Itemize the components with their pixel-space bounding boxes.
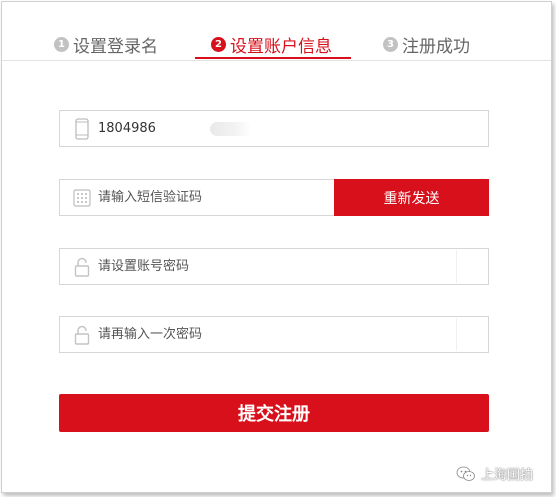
active-tab-indicator (195, 57, 351, 59)
lock-icon (70, 317, 94, 352)
tab-set-account-info[interactable]: 2 设置账户信息 (211, 30, 332, 58)
sms-code-placeholder: 请输入短信验证码 (98, 190, 203, 205)
sms-code-field[interactable]: 请输入短信验证码 (59, 179, 335, 216)
tab-set-login-name[interactable]: 1 设置登录名 (54, 30, 158, 58)
confirm-password-placeholder: 请再输入一次密码 (98, 327, 203, 342)
phone-value: 1804986 (98, 121, 156, 136)
submit-register-button[interactable]: 提交注册 (59, 394, 489, 432)
lock-icon (70, 249, 94, 284)
watermark-text: 上海国拍 (481, 468, 534, 483)
phone-field[interactable]: 1804986 (59, 110, 489, 147)
registration-panel: 1 设置登录名 2 设置账户信息 3 注册成功 1804986 请输入短信验证码… (1, 1, 552, 493)
password-placeholder: 请设置账号密码 (98, 259, 190, 274)
resend-code-button[interactable]: 重新发送 (334, 179, 489, 216)
tab-label: 设置登录名 (73, 36, 158, 57)
phone-icon (70, 111, 94, 146)
step-2-badge: 2 (211, 36, 226, 52)
tab-label: 设置账户信息 (230, 36, 332, 57)
confirm-password-field[interactable]: 请再输入一次密码 (59, 316, 489, 353)
wechat-icon (456, 466, 475, 481)
keypad-icon (70, 180, 94, 215)
password-field[interactable]: 请设置账号密码 (59, 248, 489, 285)
tab-register-success[interactable]: 3 注册成功 (383, 30, 470, 58)
step-1-badge: 1 (54, 36, 69, 52)
tab-label: 注册成功 (402, 36, 470, 57)
step-3-badge: 3 (383, 36, 398, 52)
redaction-blur (210, 122, 252, 136)
step-tabs: 1 设置登录名 2 设置账户信息 3 注册成功 (2, 2, 551, 61)
watermark: 上海国拍 (456, 464, 533, 483)
